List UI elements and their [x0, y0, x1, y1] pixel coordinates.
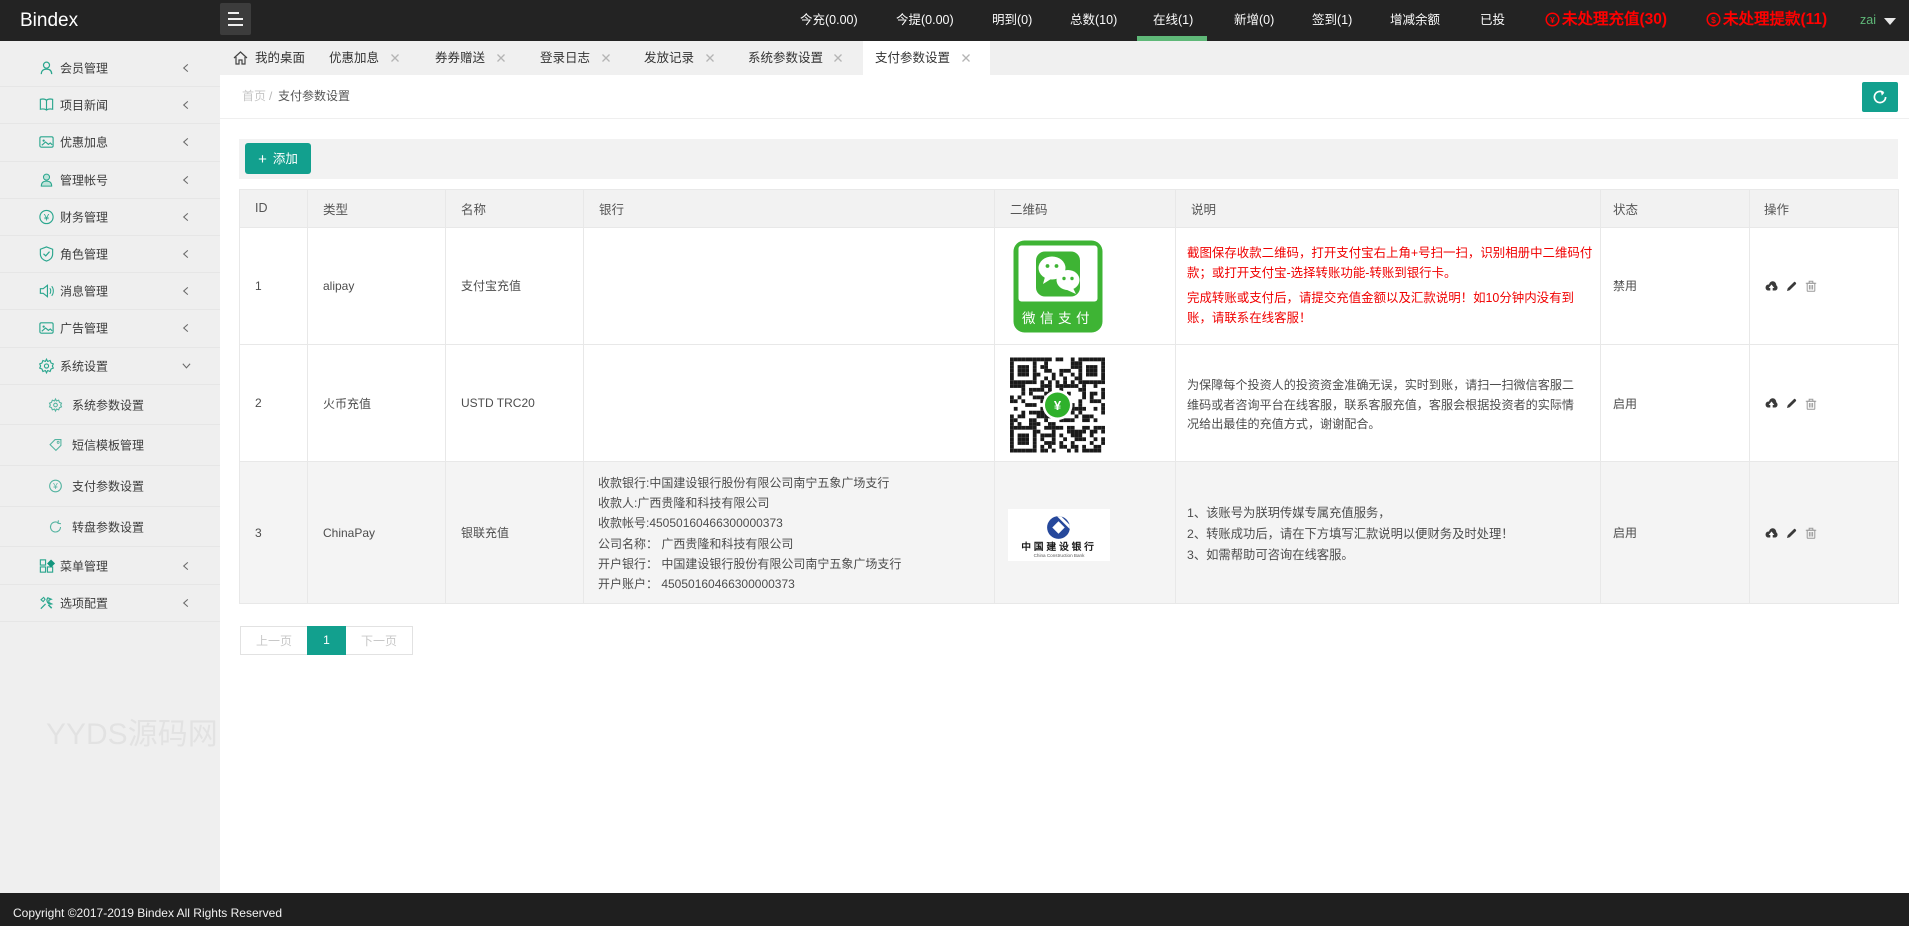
svg-text:China Construction Bank: China Construction Bank: [1034, 553, 1086, 558]
svg-text:¥: ¥: [52, 481, 58, 491]
svg-text:¥: ¥: [1054, 398, 1062, 413]
svg-text:¥: ¥: [1550, 14, 1555, 24]
svg-text:中国建设银行: 中国建设银行: [1021, 540, 1097, 553]
svg-text:微信支付: 微信支付: [1022, 311, 1094, 326]
svg-text:¥: ¥: [43, 212, 50, 223]
svg-text:$: $: [1711, 14, 1716, 24]
